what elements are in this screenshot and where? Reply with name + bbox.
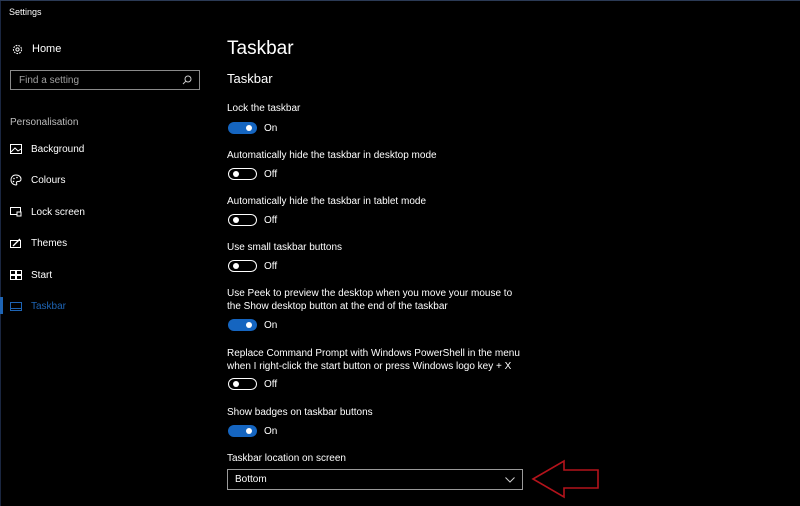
sidebar-item-start[interactable]: Start (10, 269, 52, 281)
setting-label-peek: Use Peek to preview the desktop when you… (227, 288, 513, 312)
home-link[interactable]: Home (10, 42, 61, 56)
sidebar-item-label: Themes (31, 237, 68, 249)
toggle-state: Off (264, 169, 278, 180)
window-title: Settings (9, 7, 42, 17)
sidebar-item-colours[interactable]: Colours (10, 174, 65, 186)
start-icon (10, 269, 22, 281)
toggle-knob (246, 125, 252, 131)
sidebar-item-taskbar[interactable]: Taskbar (10, 300, 66, 312)
setting-label-small-buttons: Use small taskbar buttons (227, 242, 343, 253)
toggle-small-buttons[interactable] (228, 260, 257, 272)
toggle-lock-taskbar[interactable] (228, 122, 257, 134)
toggle-state: On (264, 123, 278, 134)
section-title: Taskbar (227, 71, 273, 86)
search-box[interactable] (10, 70, 200, 90)
toggle-state: Off (264, 379, 278, 390)
search-input[interactable] (11, 73, 179, 87)
toggle-powershell[interactable] (228, 378, 257, 390)
setting-label-lock-taskbar: Lock the taskbar (227, 103, 301, 114)
search-icon[interactable] (179, 72, 195, 88)
annotation-arrow-icon (531, 459, 599, 499)
themes-icon (10, 237, 22, 249)
toggle-autohide-desktop[interactable] (228, 168, 257, 180)
sidebar-item-label: Background (31, 143, 85, 155)
setting-label-autohide-tablet: Automatically hide the taskbar in tablet… (227, 196, 426, 207)
sidebar-item-label: Colours (31, 174, 66, 186)
sidebar-item-background[interactable]: Background (10, 143, 84, 155)
gear-icon (10, 42, 24, 56)
chevron-down-icon (504, 474, 516, 486)
toggle-knob (246, 428, 252, 434)
toggle-knob (233, 217, 239, 223)
toggle-badges[interactable] (228, 425, 257, 437)
toggle-autohide-tablet[interactable] (228, 214, 257, 226)
toggle-state: On (264, 320, 278, 331)
palette-icon (10, 174, 22, 186)
toggle-knob (246, 322, 252, 328)
taskbar-location-label: Taskbar location on screen (227, 453, 346, 464)
window-border (0, 1, 1, 506)
page-title: Taskbar (227, 38, 294, 59)
setting-label-powershell: Replace Command Prompt with Windows Powe… (227, 348, 520, 372)
sidebar-item-themes[interactable]: Themes (10, 237, 67, 249)
sidebar-item-lock-screen[interactable]: Lock screen (10, 206, 85, 218)
sidebar-item-label: Lock screen (31, 206, 85, 218)
section-personalisation: Personalisation (10, 117, 79, 128)
toggle-knob (233, 171, 239, 177)
toggle-state: On (264, 426, 278, 437)
picture-icon (10, 143, 22, 155)
setting-label-badges: Show badges on taskbar buttons (227, 407, 373, 418)
taskbar-location-dropdown[interactable]: Bottom (227, 469, 523, 490)
sidebar-item-label: Start (31, 269, 53, 281)
dropdown-value: Bottom (235, 474, 267, 485)
settings-window: Settings Home Personalisation Background… (0, 0, 800, 506)
toggle-state: Off (264, 261, 278, 272)
taskbar-icon (10, 300, 22, 312)
toggle-knob (233, 263, 239, 269)
sidebar-item-label: Taskbar (31, 300, 67, 312)
setting-label-autohide-desktop: Automatically hide the taskbar in deskto… (227, 150, 437, 161)
toggle-knob (233, 381, 239, 387)
toggle-state: Off (264, 215, 278, 226)
home-label: Home (32, 43, 62, 55)
lock-screen-icon (10, 206, 22, 218)
active-indicator (0, 297, 3, 314)
toggle-peek[interactable] (228, 319, 257, 331)
